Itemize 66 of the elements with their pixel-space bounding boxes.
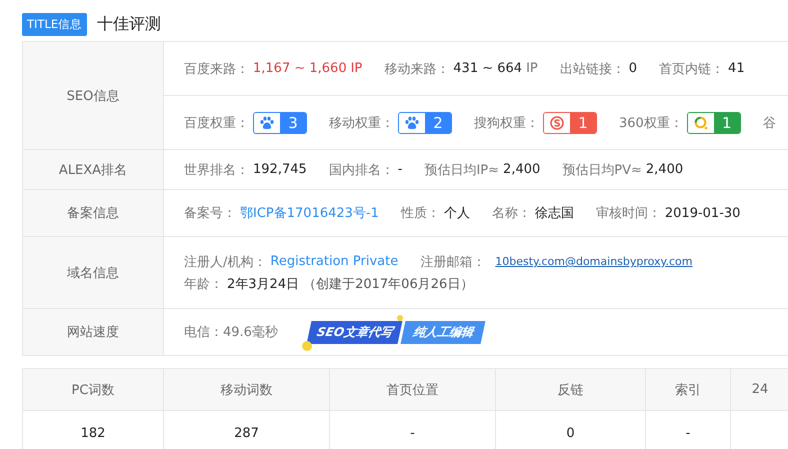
column-header: 反链 (496, 369, 646, 411)
weight-badge: 1 (543, 112, 597, 134)
title-badge: TITLE信息 (22, 12, 88, 36)
field-label: 移动权重： (329, 114, 394, 132)
field-label: 审核时间： (596, 205, 661, 222)
table-cell: - (646, 411, 731, 449)
field-label: 备案号： (184, 205, 236, 222)
field-value: 个人 (444, 205, 470, 222)
field-label: 预估日均IP≈ (424, 162, 500, 178)
paw-icon (259, 116, 275, 130)
site-title: 十佳评测 (97, 14, 162, 34)
field-label: 名称： (492, 205, 531, 222)
field-value: 2,400 (646, 162, 684, 177)
field-label: 百度来路： (184, 60, 249, 78)
column-header: 首页位置 (330, 369, 496, 411)
unit-label: IP (526, 61, 538, 76)
column-header: 24 (731, 369, 788, 411)
weight-badge: 2 (398, 112, 452, 134)
table-cell: - (330, 411, 496, 449)
field-label: 性质： (400, 205, 440, 222)
field-label: 搜狗权重： (474, 114, 539, 132)
weight-badge: 1 (686, 112, 741, 134)
field-value: 0 (628, 61, 638, 76)
field-label: 360权重： (619, 114, 683, 132)
field-value: 徐志国 (534, 205, 574, 222)
value-link[interactable]: Registration Private (270, 254, 398, 269)
column-header: 索引 (646, 369, 731, 411)
field-value: 192,745 (253, 162, 307, 177)
unit-label: IP (350, 61, 362, 76)
field-value: 1,167 ~ 1,660 (253, 61, 347, 76)
field-value: 41 (728, 61, 745, 76)
creation-date-note: （创建于2017年06月26日） (303, 276, 474, 292)
field-label: 世界排名： (184, 162, 249, 178)
table-cell: 287 (164, 411, 330, 449)
sogou-logo-icon (550, 116, 564, 130)
field-label: 谷 (762, 114, 776, 132)
value-link[interactable]: 鄂ICP备17016423号-1 (240, 204, 379, 222)
field-label: 移动来路： (384, 60, 450, 78)
field-label: 百度权重： (184, 114, 249, 132)
field-label: 年龄： (184, 276, 223, 292)
field-label: 出站链接： (560, 60, 625, 78)
field-value: 2年3月24日 (227, 276, 300, 292)
field-value: 2019-01-30 (664, 206, 740, 220)
field-label: 电信：49.6毫秒 (184, 324, 278, 341)
paw-icon (404, 116, 420, 130)
field-label: 国内排名： (328, 162, 394, 178)
row-label: ALEXA排名 (23, 150, 164, 189)
column-header: 移动词数 (164, 369, 330, 411)
field-label: 首页内链： (659, 60, 724, 78)
row-label: SEO信息 (23, 42, 164, 149)
value-link[interactable]: 10besty.com@domainsbyproxy.com (495, 255, 692, 268)
table-cell: 182 (23, 411, 164, 449)
field-value: - (398, 162, 402, 177)
row-label: 备案信息 (23, 190, 164, 236)
row-label: 域名信息 (23, 237, 164, 308)
row-label: 网站速度 (23, 309, 164, 355)
field-value: 2,400 (503, 162, 540, 177)
field-label: 预估日均PV≈ (562, 162, 642, 178)
field-label: 注册邮箱： (420, 254, 486, 270)
field-label: 注册人/机构： (184, 254, 266, 270)
weight-badge: 3 (253, 112, 307, 134)
ad-banner[interactable]: SEO文章代写 纯人工编辑 (302, 314, 487, 350)
field-value: 431 ~ 664 (453, 61, 522, 76)
column-header: PC词数 (23, 369, 164, 411)
table-cell: 0 (496, 411, 646, 449)
ring-icon (694, 116, 708, 130)
